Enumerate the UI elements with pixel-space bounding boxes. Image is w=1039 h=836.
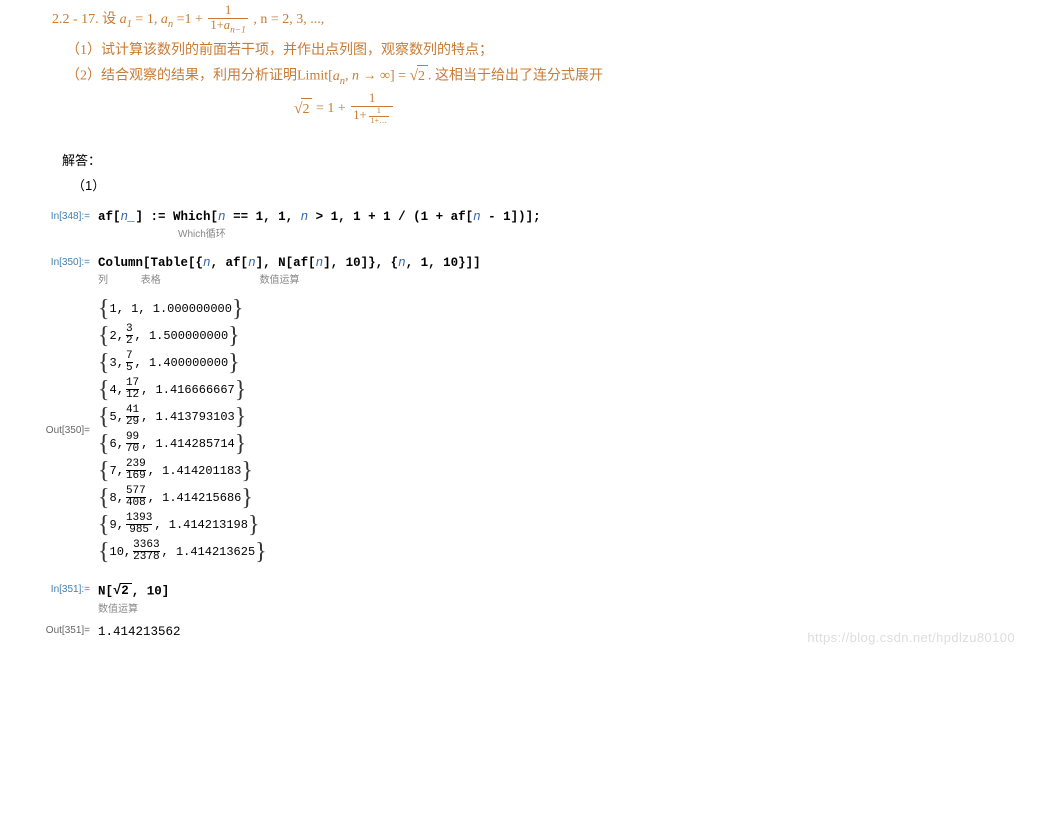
table-row: {6, 9970, 1.414285714} bbox=[98, 432, 267, 456]
out-label: Out[351]= bbox=[0, 625, 98, 636]
answer-part-1-label: （1） bbox=[72, 175, 1039, 194]
hint-which: Which循环 bbox=[178, 225, 1039, 240]
hint-row: 列 表格 数值运算 bbox=[98, 271, 1039, 286]
problem-line-1: 2.2 - 17. 设 a1 = 1, an =1 + 1 1+an−1 , n… bbox=[52, 4, 979, 36]
fraction: 577408 bbox=[126, 486, 146, 509]
fraction: 33632378 bbox=[133, 540, 159, 563]
table-row: {8, 577408, 1.414215686} bbox=[98, 486, 267, 510]
var-an: an bbox=[161, 12, 173, 27]
table-row: {9, 1393985, 1.414213198} bbox=[98, 513, 267, 537]
table-row: {10, 33632378, 1.414213625} bbox=[98, 540, 267, 564]
var-a1: a1 bbox=[120, 12, 132, 27]
code-line[interactable]: Column[Table[{n, af[n], N[af[n], 10]}, {… bbox=[98, 256, 1039, 270]
hint-column: 列 bbox=[98, 271, 108, 286]
continued-fraction-eq: 2 = 1 + 1 1+ 1 1+… bbox=[294, 92, 979, 125]
input-cell-350: In[350]:= Column[Table[{n, af[n], N[af[n… bbox=[0, 256, 1039, 286]
hint-numeric: 数值运算 bbox=[260, 271, 300, 286]
hint-numeric: 数值运算 bbox=[98, 600, 1039, 615]
fraction: 1393985 bbox=[126, 513, 152, 536]
table-row: {5, 4129, 1.413793103} bbox=[98, 405, 267, 429]
out-label: Out[350]= bbox=[0, 425, 98, 436]
answer-title: 解答： bbox=[62, 150, 1039, 169]
fraction: 32 bbox=[126, 324, 133, 347]
table-row: {2, 32, 1.500000000} bbox=[98, 324, 267, 348]
table-row: {3, 75, 1.400000000} bbox=[98, 351, 267, 375]
table-row: {7, 239169, 1.414201183} bbox=[98, 459, 267, 483]
fraction: 1 1+an−1 bbox=[208, 4, 248, 36]
text: 2.2 - 17. 设 bbox=[52, 12, 120, 27]
watermark: https://blog.csdn.net/hpdlzu80100 bbox=[807, 630, 1015, 645]
fraction: 9970 bbox=[126, 432, 139, 455]
in-label: In[348]:= bbox=[0, 210, 98, 222]
text: =1 + bbox=[177, 12, 207, 27]
text: , n = 2, 3, ..., bbox=[253, 12, 324, 27]
text: = 1, bbox=[135, 12, 160, 27]
problem-statement: 2.2 - 17. 设 a1 = 1, an =1 + 1 1+an−1 , n… bbox=[52, 4, 979, 126]
code-line[interactable]: N[2, 10] bbox=[98, 583, 1039, 599]
output-column: {1, 1, 1.000000000} {2, 32, 1.500000000} {… bbox=[98, 294, 267, 567]
fraction: 75 bbox=[126, 351, 133, 374]
fraction: 4129 bbox=[126, 405, 139, 428]
problem-part-2: （2）结合观察的结果，利用分析证明Limit[an, n → ∞] = 2. 这… bbox=[66, 64, 979, 90]
code-line[interactable]: af[n_] := Which[n == 1, 1, n > 1, 1 + 1 … bbox=[98, 210, 1039, 224]
input-cell-351: In[351]:= N[2, 10] 数值运算 bbox=[0, 583, 1039, 615]
table-row: {4, 1712, 1.416666667} bbox=[98, 378, 267, 402]
in-label: In[351]:= bbox=[0, 583, 98, 595]
answer-heading: 解答： （1） bbox=[62, 150, 1039, 194]
problem-part-1: （1）试计算该数列的前面若干项，并作出点列图，观察数列的特点； bbox=[66, 40, 979, 62]
fraction: 239169 bbox=[126, 459, 146, 482]
output-cell-350: Out[350]= {1, 1, 1.000000000} {2, 32, 1.5… bbox=[0, 294, 1039, 567]
input-cell-348: In[348]:= af[n_] := Which[n == 1, 1, n >… bbox=[0, 210, 1039, 240]
fraction: 1712 bbox=[126, 378, 139, 401]
table-row: {1, 1, 1.000000000} bbox=[98, 297, 267, 321]
in-label: In[350]:= bbox=[0, 256, 98, 268]
hint-table: 表格 bbox=[141, 271, 161, 286]
